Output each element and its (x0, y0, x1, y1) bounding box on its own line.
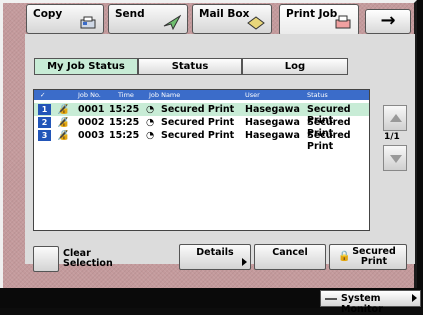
up-arrow-icon (390, 114, 402, 122)
tab-send[interactable]: Send (108, 4, 188, 34)
tab-mailbox[interactable]: Mail Box (192, 4, 272, 34)
submenu-arrow-icon (242, 258, 247, 266)
user-header: User (245, 91, 260, 99)
down-arrow-icon (390, 155, 402, 163)
job-no: 0001 (78, 104, 105, 115)
job-name: Secured Print (161, 104, 235, 115)
secured-print-button[interactable]: 🔒 Secured Print (329, 244, 407, 270)
tab-status[interactable]: Status (138, 58, 242, 75)
submenu-arrow-icon (412, 294, 417, 302)
tab-send-label: Send (115, 8, 145, 20)
print-job-icon: ◔ (146, 117, 155, 128)
cancel-button[interactable]: Cancel (254, 244, 326, 270)
job-no: 0003 (78, 130, 105, 141)
next-button[interactable]: → (365, 9, 411, 34)
check-header: ✓ (40, 91, 46, 99)
job-user: Hasegawa (245, 104, 300, 115)
tab-print-job[interactable]: Print Job (279, 4, 359, 36)
details-button[interactable]: Details (179, 244, 251, 270)
table-row[interactable]: 3 🔏 0003 15:25 ◔ Secured Print Hasegawa … (34, 129, 369, 152)
job-table: ✓ Job No. Time Job Name User Status 1 🔏 … (33, 89, 370, 231)
right-arrow-icon: → (380, 10, 396, 31)
job-name: Secured Print (161, 117, 235, 128)
cancel-label: Cancel (272, 247, 308, 258)
tab-log[interactable]: Log (242, 58, 348, 75)
table-row[interactable]: 2 🔏 0002 15:25 ◔ Secured Print Hasegawa … (34, 116, 369, 139)
row-index-badge: 3 (38, 130, 51, 141)
row-index-badge: 2 (38, 117, 51, 128)
secured-doc-icon: 🔏 (57, 104, 69, 115)
page-indicator: 1/1 (384, 132, 400, 142)
row-index-badge: 1 (38, 104, 51, 115)
tab-my-job-status[interactable]: My Job Status (34, 58, 138, 75)
job-time: 15:25 (109, 130, 140, 141)
job-time: 15:25 (109, 104, 140, 115)
tab-copy-label: Copy (33, 8, 63, 20)
tab-copy[interactable]: Copy (26, 4, 104, 34)
tab-print-job-label: Print Job (286, 8, 338, 20)
time-header: Time (118, 91, 134, 99)
status-header: Status (307, 91, 328, 99)
job-no-header: Job No. (78, 91, 101, 99)
secured-print-label: Secured Print (352, 246, 396, 267)
job-status: Secured Print (307, 130, 351, 152)
send-icon (163, 14, 181, 30)
secured-doc-icon: 🔏 (57, 130, 69, 141)
details-label: Details (196, 247, 234, 258)
printer-icon (335, 15, 351, 29)
system-monitor-label: System Monitor (341, 293, 383, 315)
table-row[interactable]: 1 🔏 0001 15:25 ◔ Secured Print Hasegawa … (34, 103, 369, 126)
job-user: Hasegawa (245, 117, 300, 128)
table-header: ✓ Job No. Time Job Name User Status (34, 90, 369, 100)
scroll-down-button[interactable] (383, 145, 407, 171)
job-no: 0002 (78, 117, 105, 128)
job-name-header: Job Name (149, 91, 181, 99)
secured-doc-icon: 🔏 (57, 117, 69, 128)
monitor-bar-icon (325, 298, 337, 300)
print-job-icon: ◔ (146, 130, 155, 141)
job-user: Hasegawa (245, 130, 300, 141)
print-job-icon: ◔ (146, 104, 155, 115)
mailbox-icon (247, 16, 265, 30)
job-name: Secured Print (161, 130, 235, 141)
job-time: 15:25 (109, 117, 140, 128)
clear-selection-label: Clear Selection (63, 248, 113, 269)
bezel (417, 0, 423, 308)
tab-mailbox-label: Mail Box (199, 8, 250, 20)
scroll-up-button[interactable] (383, 105, 407, 131)
clear-selection-button[interactable] (33, 246, 59, 272)
copy-icon (80, 16, 96, 29)
system-monitor-button[interactable]: System Monitor (320, 290, 421, 315)
